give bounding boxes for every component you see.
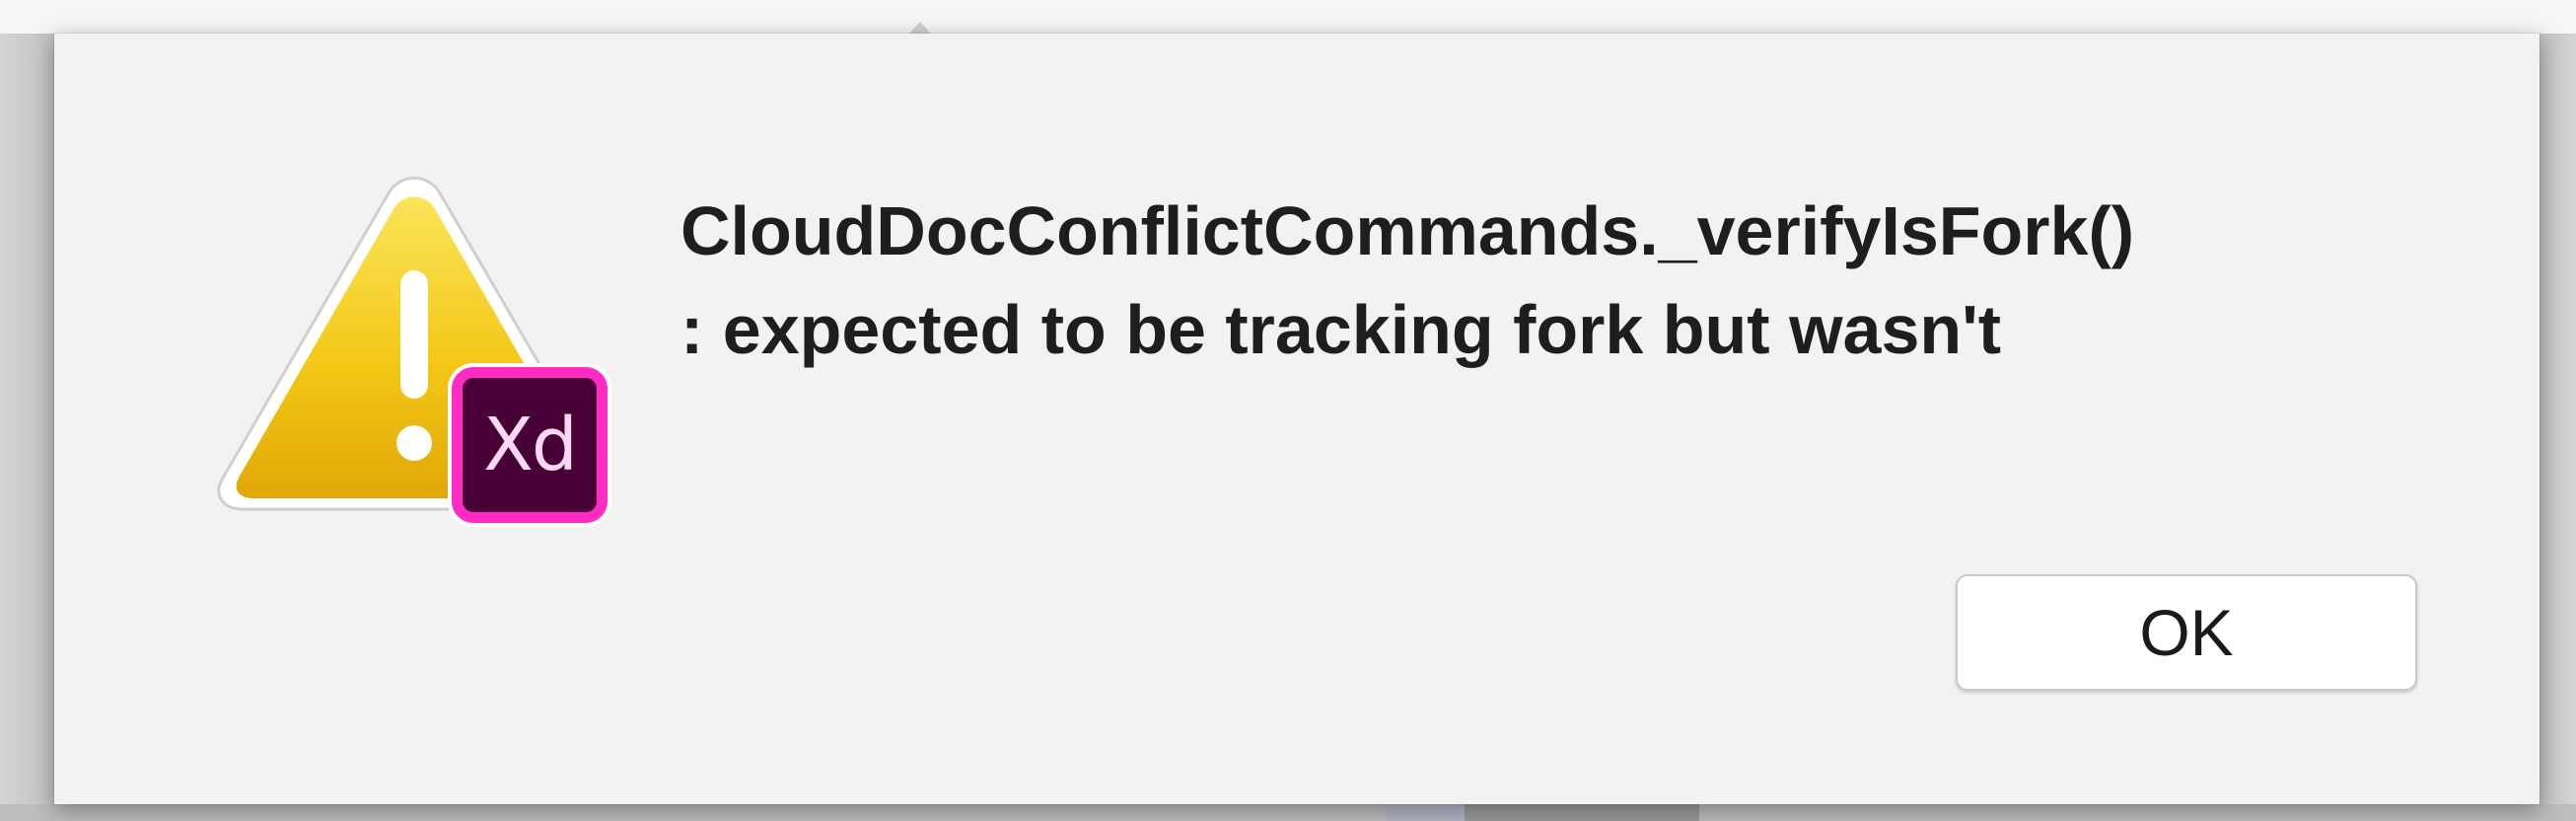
background-fragment — [1386, 804, 1465, 821]
alert-message-line-2: : expected to be tracking fork but wasn'… — [680, 291, 2002, 368]
alert-icon: Xd — [207, 162, 631, 527]
background-right — [2540, 34, 2576, 821]
alert-message: CloudDocConflictCommands._verifyIsFork()… — [680, 182, 2475, 379]
alert-message-line-1: CloudDocConflictCommands._verifyIsFork() — [680, 192, 2135, 269]
parent-window-strip — [0, 0, 2576, 35]
adobe-xd-icon: Xd — [452, 367, 608, 523]
sheet-notch — [909, 22, 931, 34]
xd-badge-text: Xd — [483, 403, 578, 487]
background-left — [0, 34, 54, 821]
alert-dialog: Xd CloudDocConflictCommands._verifyIsFor… — [54, 34, 2540, 804]
background-fragment — [1465, 804, 1699, 821]
background-bottom — [0, 804, 2576, 821]
ok-button[interactable]: OK — [1956, 574, 2417, 691]
